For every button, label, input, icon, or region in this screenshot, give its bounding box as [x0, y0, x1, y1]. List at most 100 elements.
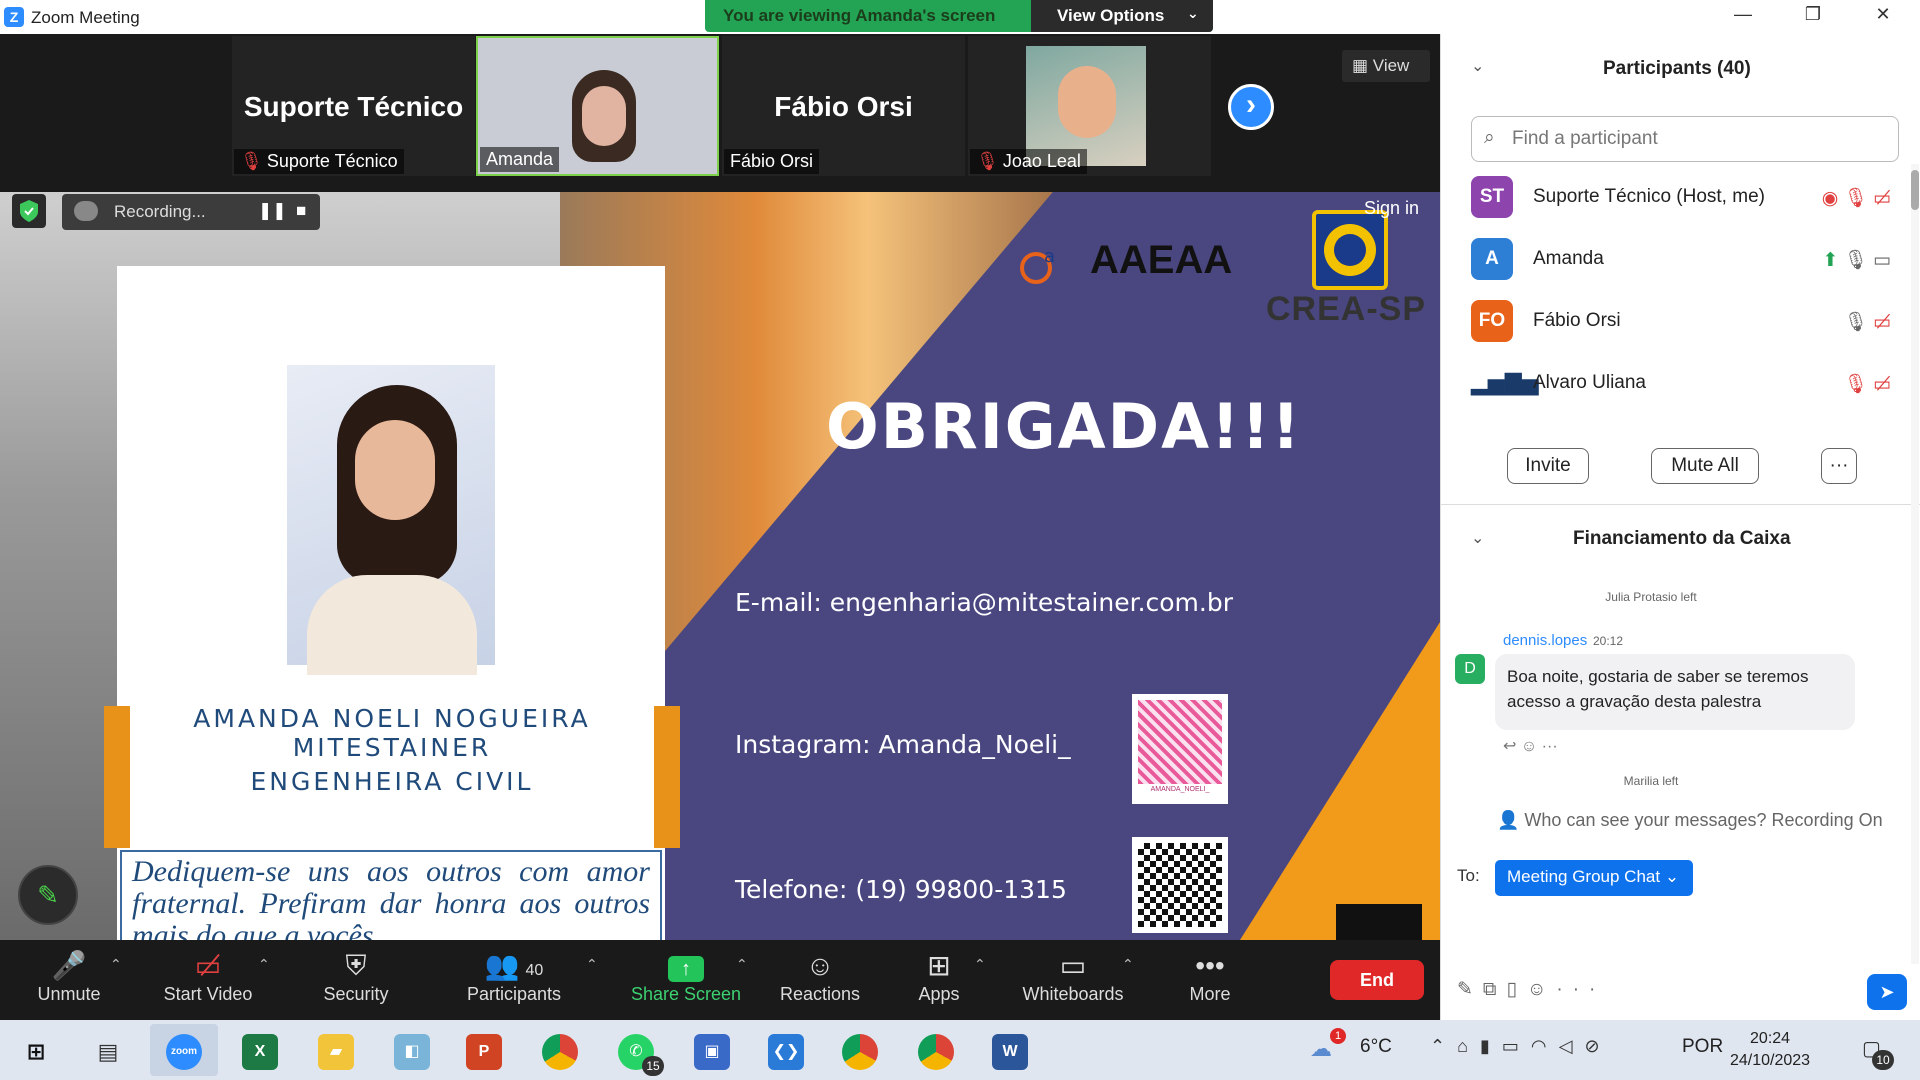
- file-explorer-icon[interactable]: ▰: [318, 1034, 354, 1070]
- notification-off-icon: ⊘: [1584, 1036, 1612, 1056]
- scrollbar-thumb[interactable]: [1911, 170, 1919, 210]
- task-view-icon[interactable]: ▤: [90, 1034, 126, 1070]
- chat-tools[interactable]: ✎⧉▯☺···: [1457, 978, 1605, 1001]
- vscode-icon[interactable]: ❮❯: [768, 1034, 804, 1070]
- chrome-profile-icon[interactable]: [842, 1034, 878, 1070]
- share-screen-label: Share Screen: [630, 984, 742, 1004]
- video-off-icon: ▭̸: [194, 950, 222, 981]
- participant-row[interactable]: ▂▅▇▅ Alvaro Uliana 🎙 ▭̸: [1471, 358, 1891, 414]
- viewing-banner: You are viewing Amanda's screen View Opt…: [705, 0, 1213, 32]
- windows-start-icon[interactable]: ⊞: [18, 1034, 54, 1070]
- window-controls: — ❐ ✕: [1440, 0, 1920, 34]
- photo-body: [307, 575, 477, 675]
- video-tile-amanda[interactable]: Amanda: [476, 36, 719, 176]
- participant-row[interactable]: FO Fábio Orsi 🎙 ▭̸: [1471, 296, 1891, 352]
- crea-logo-icon: [1312, 210, 1388, 290]
- unmute-button[interactable]: 🎤 Unmute: [24, 948, 114, 1005]
- share-screen-button[interactable]: ↑ Share Screen: [626, 948, 746, 1005]
- mute-all-button[interactable]: Mute All: [1651, 448, 1759, 484]
- more-dots-icon: ···: [1541, 738, 1558, 755]
- whiteboards-options-caret-icon[interactable]: ⌃: [1122, 956, 1134, 973]
- more-button[interactable]: ••• More: [1180, 948, 1240, 1005]
- zoom-taskbar-icon[interactable]: zoom: [166, 1034, 202, 1070]
- view-button[interactable]: ▦ View: [1342, 50, 1430, 82]
- powerpoint-icon[interactable]: P: [466, 1034, 502, 1070]
- search-icon: ⌕: [1484, 127, 1495, 148]
- video-tile-suporte[interactable]: Suporte Técnico 🎙 Suporte Técnico: [232, 36, 475, 176]
- participant-row[interactable]: ST Suporte Técnico (Host, me) ◉ 🎙 ▭̸: [1471, 172, 1891, 228]
- mic-muted-icon: 🎙: [1843, 188, 1868, 209]
- video-tile-joao[interactable]: 🎙 Joao Leal: [968, 36, 1211, 176]
- restore-icon[interactable]: ❐: [1798, 4, 1828, 25]
- apps-options-caret-icon[interactable]: ⌃: [974, 956, 986, 973]
- recipient-dropdown[interactable]: Meeting Group Chat ⌄: [1495, 860, 1693, 896]
- language-indicator[interactable]: POR: [1682, 1036, 1723, 1058]
- video-tile-fabio[interactable]: Fábio Orsi Fábio Orsi: [722, 36, 965, 176]
- window-title: Zoom Meeting: [31, 8, 140, 27]
- chrome-icon[interactable]: [542, 1034, 578, 1070]
- collapse-chat-icon[interactable]: ⌄: [1471, 528, 1484, 548]
- stop-icon[interactable]: ■: [296, 201, 306, 221]
- quote-box: Dediquem-se uns aos outros com amor frat…: [120, 850, 662, 940]
- minimize-icon[interactable]: —: [1728, 4, 1758, 25]
- collapse-participants-icon[interactable]: ⌄: [1471, 56, 1484, 76]
- share-options-caret-icon[interactable]: ⌃: [736, 956, 748, 973]
- audio-options-caret-icon[interactable]: ⌃: [110, 956, 122, 973]
- excel-icon[interactable]: X: [242, 1034, 278, 1070]
- participant-status: 🎙 ▭̸: [1844, 310, 1891, 334]
- view-options-button[interactable]: View Options ⌄: [1031, 0, 1213, 32]
- qr-label: AMANDA_NOELI_: [1150, 786, 1210, 793]
- app-icon[interactable]: ◧: [394, 1034, 430, 1070]
- visibility-notice[interactable]: 👤 Who can see your messages? Recording O…: [1497, 810, 1883, 831]
- tile-label: 🎙 Suporte Técnico: [234, 149, 404, 174]
- chat-header: Financiamento da Caixa: [1573, 528, 1791, 549]
- end-meeting-button[interactable]: End: [1330, 960, 1424, 1000]
- contact-instagram: Instagram: Amanda_Noeli_: [735, 730, 1071, 759]
- grid-icon: ▦: [1352, 56, 1373, 75]
- sign-in-link[interactable]: Sign in: [1364, 198, 1419, 219]
- next-page-arrow-icon[interactable]: ›: [1228, 84, 1274, 130]
- pause-icon[interactable]: ❚❚: [258, 201, 287, 221]
- participants-options-caret-icon[interactable]: ⌃: [586, 956, 598, 973]
- network-app-icon[interactable]: ▣: [694, 1034, 730, 1070]
- tile-label: Amanda: [480, 147, 560, 172]
- whatsapp-badge: 15: [642, 1056, 664, 1076]
- whiteboard-icon: ▭: [1059, 950, 1087, 981]
- chevron-down-icon: ⌄: [1187, 5, 1199, 21]
- clock[interactable]: 20:24 24/10/2023: [1730, 1028, 1810, 1072]
- security-button[interactable]: ⛨ Security: [314, 948, 398, 1005]
- phone-qr-code: [1132, 837, 1228, 933]
- participant-row[interactable]: A Amanda ⬆ 🎙 ▭: [1471, 234, 1891, 290]
- avatar-logo-icon: ▂▅▇▅: [1471, 362, 1539, 404]
- invite-button[interactable]: Invite: [1507, 448, 1589, 484]
- word-icon[interactable]: W: [992, 1034, 1028, 1070]
- start-video-label: Start Video: [163, 984, 253, 1004]
- chrome-profile-icon[interactable]: [918, 1034, 954, 1070]
- sender-name[interactable]: dennis.lopes: [1503, 632, 1587, 649]
- close-icon[interactable]: ✕: [1868, 4, 1898, 25]
- apps-icon: ⊞: [927, 950, 951, 981]
- find-participant-input[interactable]: ⌕ Find a participant: [1471, 116, 1899, 162]
- participant-name: Suporte Técnico (Host, me): [1533, 186, 1765, 207]
- start-video-button[interactable]: ▭̸ Start Video: [148, 948, 268, 1005]
- slide-profile-card: [117, 266, 665, 940]
- weather-icon[interactable]: ☁: [1310, 1036, 1332, 1062]
- participants-more-button[interactable]: ···: [1821, 448, 1857, 484]
- more-dots-icon: ···: [1556, 979, 1606, 1000]
- security-shield-icon[interactable]: [12, 194, 46, 228]
- participant-name: Fábio Orsi: [1533, 310, 1621, 331]
- mic-icon: ▮: [1479, 1036, 1502, 1056]
- message-actions[interactable]: ↩ ☺ ···: [1503, 736, 1558, 756]
- whiteboards-button[interactable]: ▭ Whiteboards: [1014, 948, 1132, 1005]
- annotate-pencil-icon[interactable]: ✎: [18, 865, 78, 925]
- reactions-button[interactable]: ☺ Reactions: [772, 948, 868, 1005]
- send-button[interactable]: ➤: [1867, 974, 1907, 1010]
- video-options-caret-icon[interactable]: ⌃: [258, 956, 270, 973]
- more-label: More: [1189, 984, 1231, 1004]
- apps-button[interactable]: ⊞ Apps: [906, 948, 972, 1005]
- participants-button[interactable]: 👥 40 Participants: [462, 948, 566, 1005]
- qr-pattern: [1138, 700, 1222, 784]
- panel-scrollbar[interactable]: [1911, 164, 1919, 964]
- profile-photo: [287, 365, 495, 675]
- system-tray-icons[interactable]: ⌃⌂▮▭◠◁⊘: [1430, 1036, 1612, 1057]
